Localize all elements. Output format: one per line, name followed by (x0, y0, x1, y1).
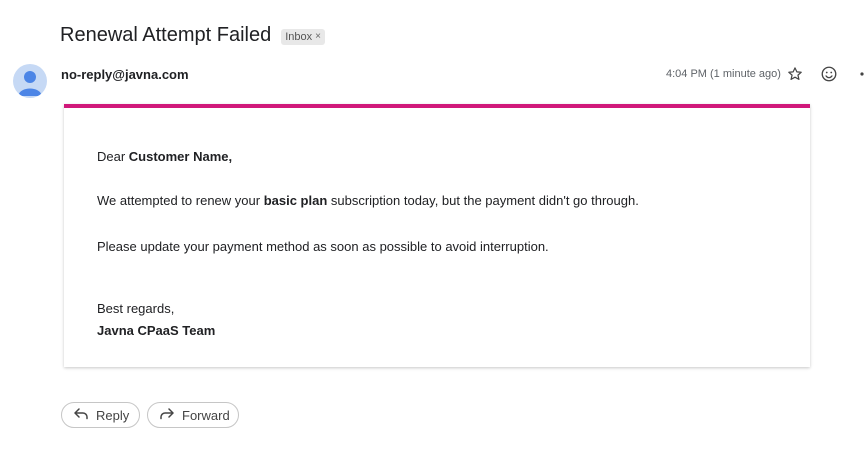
line1-prefix: We attempted to renew your (97, 193, 264, 208)
inbox-label-text: Inbox (285, 30, 313, 43)
forward-label: Forward (182, 407, 230, 423)
body-line-2: Please update your payment method as soo… (97, 239, 549, 254)
more-icon[interactable] (852, 64, 864, 84)
forward-button[interactable]: Forward (147, 402, 239, 428)
inbox-label-chip[interactable]: Inbox × (281, 28, 325, 45)
email-subject: Renewal Attempt Failed (60, 24, 272, 46)
emoji-icon[interactable] (819, 64, 839, 84)
subject-row: Renewal Attempt Failed Inbox × (60, 24, 325, 47)
greeting-prefix: Dear (97, 149, 129, 164)
email-body-card: Dear Customer Name, We attempted to rene… (64, 104, 810, 367)
plan-name: basic plan (263, 193, 328, 208)
greeting-name: Customer Name, (128, 149, 233, 164)
body-line-1: We attempted to renew your basic plan su… (97, 193, 639, 208)
reply-icon (74, 407, 88, 423)
email-timestamp: 4:04 PM (1 minute ago) (666, 68, 781, 80)
forward-icon (160, 407, 174, 423)
sign-off: Best regards, (97, 301, 175, 316)
star-icon[interactable] (785, 64, 805, 84)
greeting: Dear Customer Name, (97, 149, 232, 164)
line1-suffix: subscription today, but the payment didn… (327, 193, 639, 208)
sender-address: no-reply@javna.com (61, 67, 189, 82)
reply-label: Reply (96, 407, 130, 423)
remove-label-icon[interactable]: × (315, 31, 321, 42)
reply-button[interactable]: Reply (61, 402, 140, 428)
avatar-icon (13, 64, 47, 98)
signature: Javna CPaaS Team (97, 323, 216, 338)
